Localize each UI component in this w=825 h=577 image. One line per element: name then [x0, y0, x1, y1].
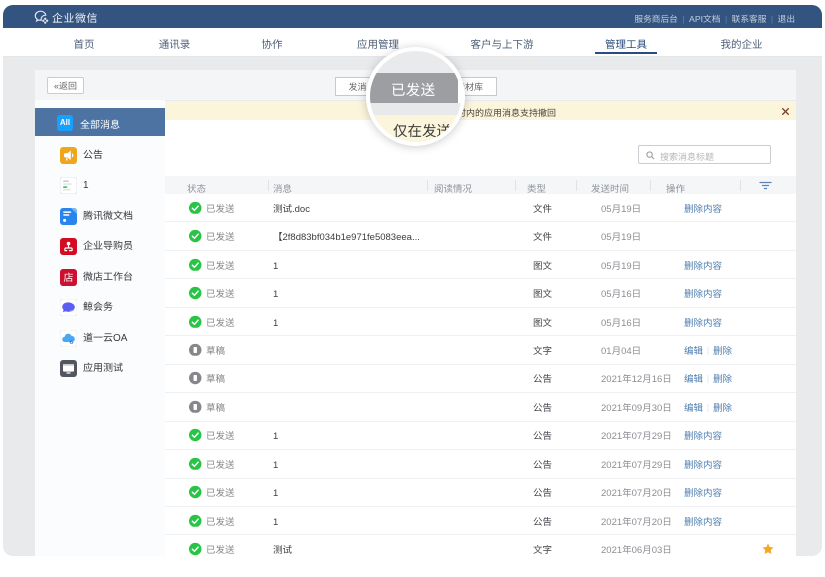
svg-text:店: 店 — [64, 269, 74, 284]
